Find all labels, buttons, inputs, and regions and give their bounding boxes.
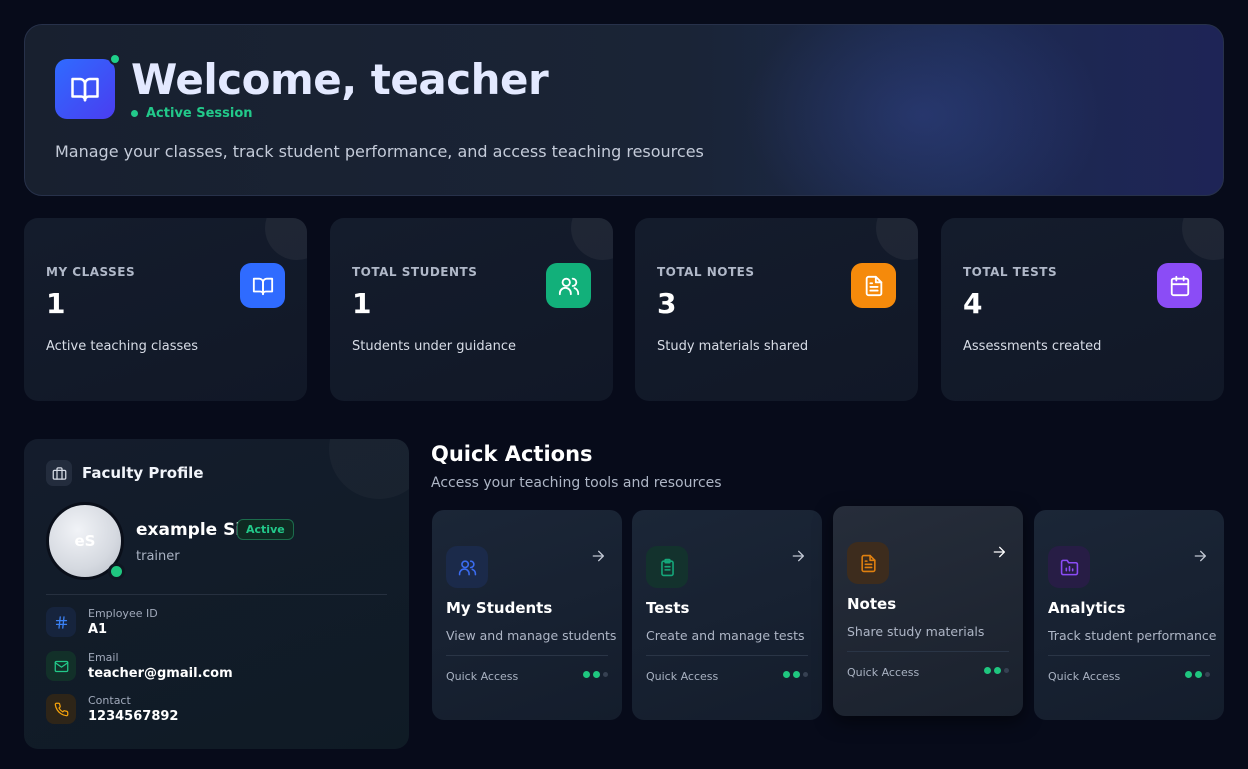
stat-desc: Assessments created <box>963 339 1102 354</box>
arrow-right-icon <box>792 550 804 562</box>
users-icon <box>546 263 591 308</box>
field-label: Employee ID <box>88 607 158 620</box>
quick-action-tests[interactable]: Tests Create and manage tests Quick Acce… <box>632 510 822 720</box>
briefcase-icon <box>46 460 72 486</box>
field-value: teacher@gmail.com <box>88 666 233 681</box>
profile-field-contact: Contact 1234567892 <box>46 694 178 724</box>
stat-label: MY CLASSES <box>46 265 136 279</box>
phone-icon <box>46 694 76 724</box>
stat-desc: Active teaching classes <box>46 339 199 354</box>
clipboard-icon <box>646 546 688 588</box>
quick-action-desc: Track student performance <box>1048 628 1217 643</box>
online-indicator <box>109 53 121 65</box>
arrow-right-icon <box>993 546 1005 558</box>
quick-action-footer: Quick Access <box>1048 670 1121 683</box>
progress-dots <box>1185 671 1210 678</box>
status-dot-icon <box>131 110 138 117</box>
quick-action-desc: Create and manage tests <box>646 628 805 643</box>
app-logo <box>55 53 121 119</box>
faculty-profile-card: Faculty Profile eS example Sir Active tr… <box>24 439 409 749</box>
stat-value: 3 <box>657 287 677 320</box>
stat-label: TOTAL NOTES <box>657 265 755 279</box>
quick-action-analytics[interactable]: Analytics Track student performance Quic… <box>1034 510 1224 720</box>
quick-action-name: Notes <box>847 595 897 613</box>
quick-action-footer: Quick Access <box>847 666 920 679</box>
folder-chart-icon <box>1048 546 1090 588</box>
quick-actions-subtitle: Access your teaching tools and resources <box>431 475 722 491</box>
field-value: 1234567892 <box>88 709 179 724</box>
progress-dots <box>583 671 608 678</box>
stat-card-students: TOTAL STUDENTS 1 Students under guidance <box>330 218 613 401</box>
profile-role: trainer <box>136 549 180 564</box>
stat-card-classes: MY CLASSES 1 Active teaching classes <box>24 218 307 401</box>
welcome-banner: Welcome, teacher Active Session Manage y… <box>24 24 1224 196</box>
page-subtitle: Manage your classes, track student perfo… <box>55 142 704 161</box>
calendar-icon <box>1157 263 1202 308</box>
file-text-icon <box>847 542 889 584</box>
divider <box>446 655 608 656</box>
quick-action-desc: Share study materials <box>847 624 985 639</box>
stat-label: TOTAL STUDENTS <box>352 265 478 279</box>
progress-dots <box>783 671 808 678</box>
quick-action-name: My Students <box>446 599 553 617</box>
page-title: Welcome, teacher <box>131 55 549 104</box>
quick-action-name: Analytics <box>1048 599 1126 617</box>
progress-dots <box>984 667 1009 674</box>
book-icon <box>240 263 285 308</box>
hash-icon <box>46 607 76 637</box>
divider <box>46 594 387 595</box>
profile-header: Faculty Profile <box>46 460 204 486</box>
profile-field-employee-id: Employee ID A1 <box>46 607 158 637</box>
profile-heading: Faculty Profile <box>82 464 204 482</box>
arrow-right-icon <box>592 550 604 562</box>
status-badge: Active <box>237 519 294 540</box>
avatar[interactable]: eS <box>46 502 125 580</box>
stat-card-tests: TOTAL TESTS 4 Assessments created <box>941 218 1224 401</box>
stat-card-notes: TOTAL NOTES 3 Study materials shared <box>635 218 918 401</box>
quick-action-my-students[interactable]: My Students View and manage students Qui… <box>432 510 622 720</box>
field-value: A1 <box>88 622 108 637</box>
quick-action-desc: View and manage students <box>446 628 617 643</box>
quick-action-footer: Quick Access <box>646 670 719 683</box>
quick-action-footer: Quick Access <box>446 670 519 683</box>
session-status-label: Active Session <box>146 106 253 121</box>
divider <box>1048 655 1210 656</box>
stat-label: TOTAL TESTS <box>963 265 1058 279</box>
book-open-icon <box>71 77 99 102</box>
stat-value: 1 <box>46 287 66 320</box>
divider <box>646 655 808 656</box>
arrow-right-icon <box>1194 550 1206 562</box>
quick-action-name: Tests <box>646 599 690 617</box>
avatar-initials: eS <box>74 532 96 550</box>
stat-value: 1 <box>352 287 372 320</box>
profile-field-email: Email teacher@gmail.com <box>46 651 233 681</box>
stat-value: 4 <box>963 287 983 320</box>
file-text-icon <box>851 263 896 308</box>
users-icon <box>446 546 488 588</box>
quick-actions-title: Quick Actions <box>431 442 593 466</box>
stat-desc: Study materials shared <box>657 339 809 354</box>
field-label: Email <box>88 651 119 664</box>
online-indicator <box>108 563 125 580</box>
divider <box>847 651 1009 652</box>
stat-desc: Students under guidance <box>352 339 516 354</box>
quick-action-notes[interactable]: Notes Share study materials Quick Access <box>833 506 1023 716</box>
field-label: Contact <box>88 694 131 707</box>
mail-icon <box>46 651 76 681</box>
profile-name: example Sir <box>136 520 250 540</box>
session-status: Active Session <box>131 106 253 121</box>
